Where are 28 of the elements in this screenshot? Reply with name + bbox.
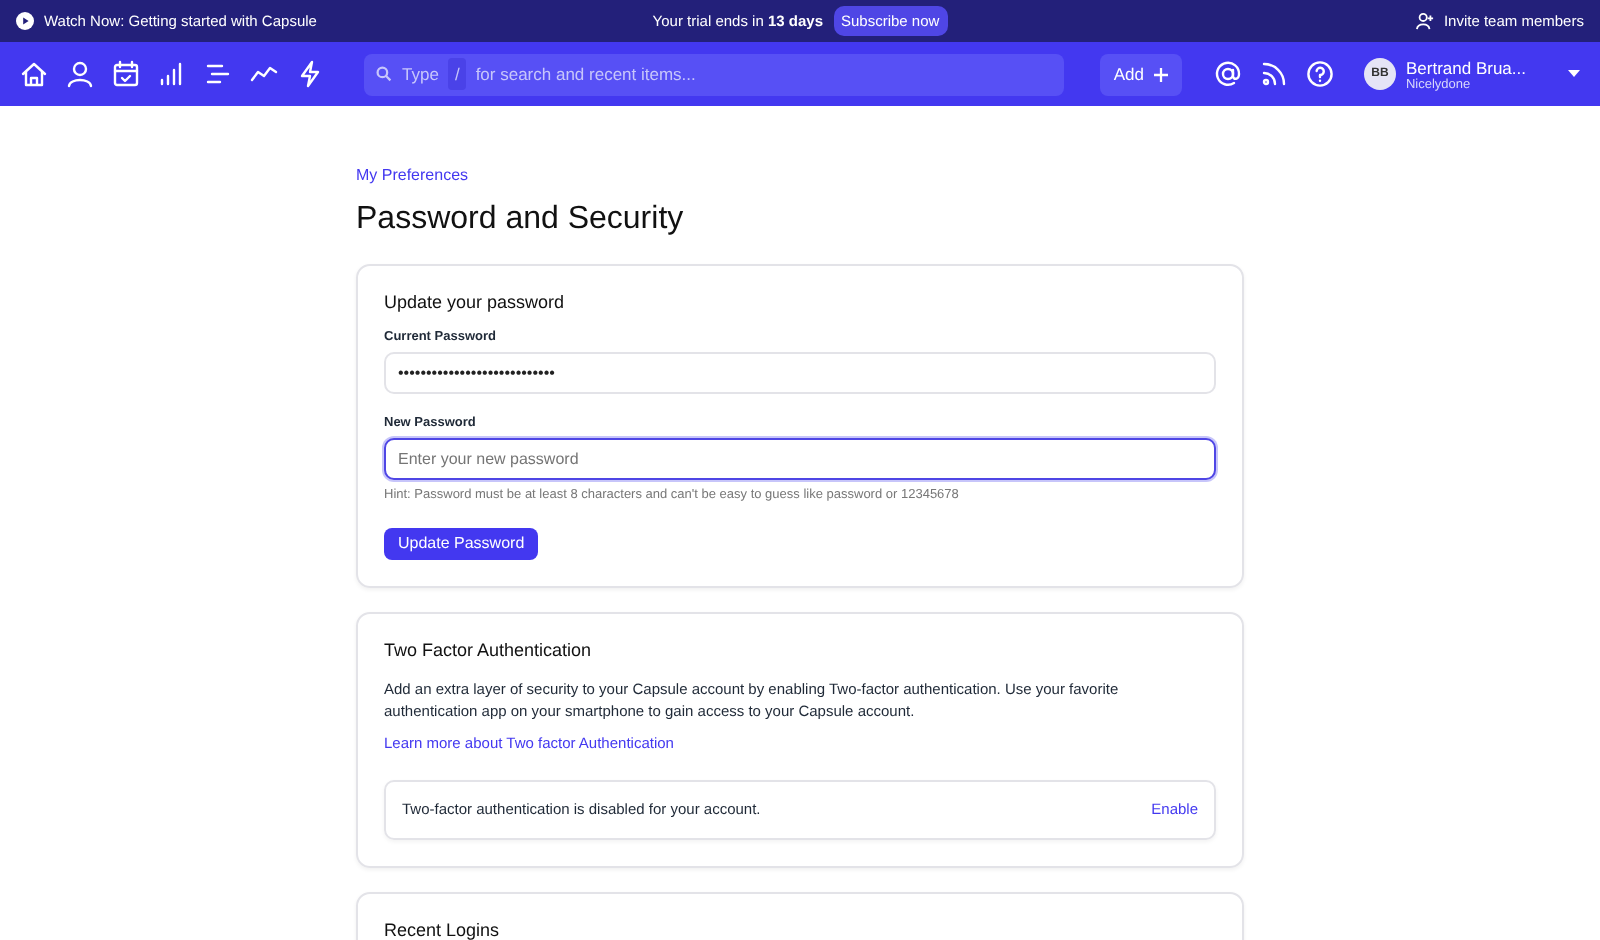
- lightning-icon[interactable]: [296, 60, 324, 88]
- plus-icon: [1153, 67, 1168, 81]
- password-field[interactable]: ••••••••••••••••••••••••••••: [384, 352, 1216, 394]
- search-icon: [376, 66, 392, 82]
- search-prefix: Type: [402, 64, 439, 84]
- user-add-icon: [1415, 12, 1434, 30]
- card-heading: Recent Logins: [384, 919, 502, 939]
- calendar-icon[interactable]: [112, 60, 140, 88]
- help-icon[interactable]: [1305, 60, 1334, 88]
- at-sign-icon[interactable]: [1213, 60, 1242, 88]
- shortcut-key: /: [448, 58, 466, 90]
- bar-chart-icon[interactable]: [158, 60, 186, 88]
- play-icon: [16, 12, 34, 30]
- lines-icon[interactable]: [204, 60, 232, 88]
- card-heading: Update your password: [384, 292, 567, 312]
- breadcrumb-link[interactable]: My Preferences: [356, 166, 469, 184]
- page-title: Password and Security: [356, 202, 686, 238]
- caret-icon: [1568, 70, 1580, 78]
- feed-icon[interactable]: [1259, 60, 1288, 88]
- password-field[interactable]: Enter your new password: [384, 438, 1216, 480]
- home-icon[interactable]: [20, 60, 48, 88]
- search-placeholder: for search and recent items...: [475, 64, 696, 84]
- user-icon[interactable]: [66, 60, 94, 88]
- add-button[interactable]: Add: [1099, 53, 1182, 95]
- card-heading: Two Factor Authentication: [384, 639, 594, 659]
- search-field[interactable]: Type / for search and recent items...: [364, 53, 1064, 95]
- update-password-button[interactable]: Update Password: [384, 527, 539, 559]
- user-name: Bertrand Brua...: [1405, 57, 1526, 77]
